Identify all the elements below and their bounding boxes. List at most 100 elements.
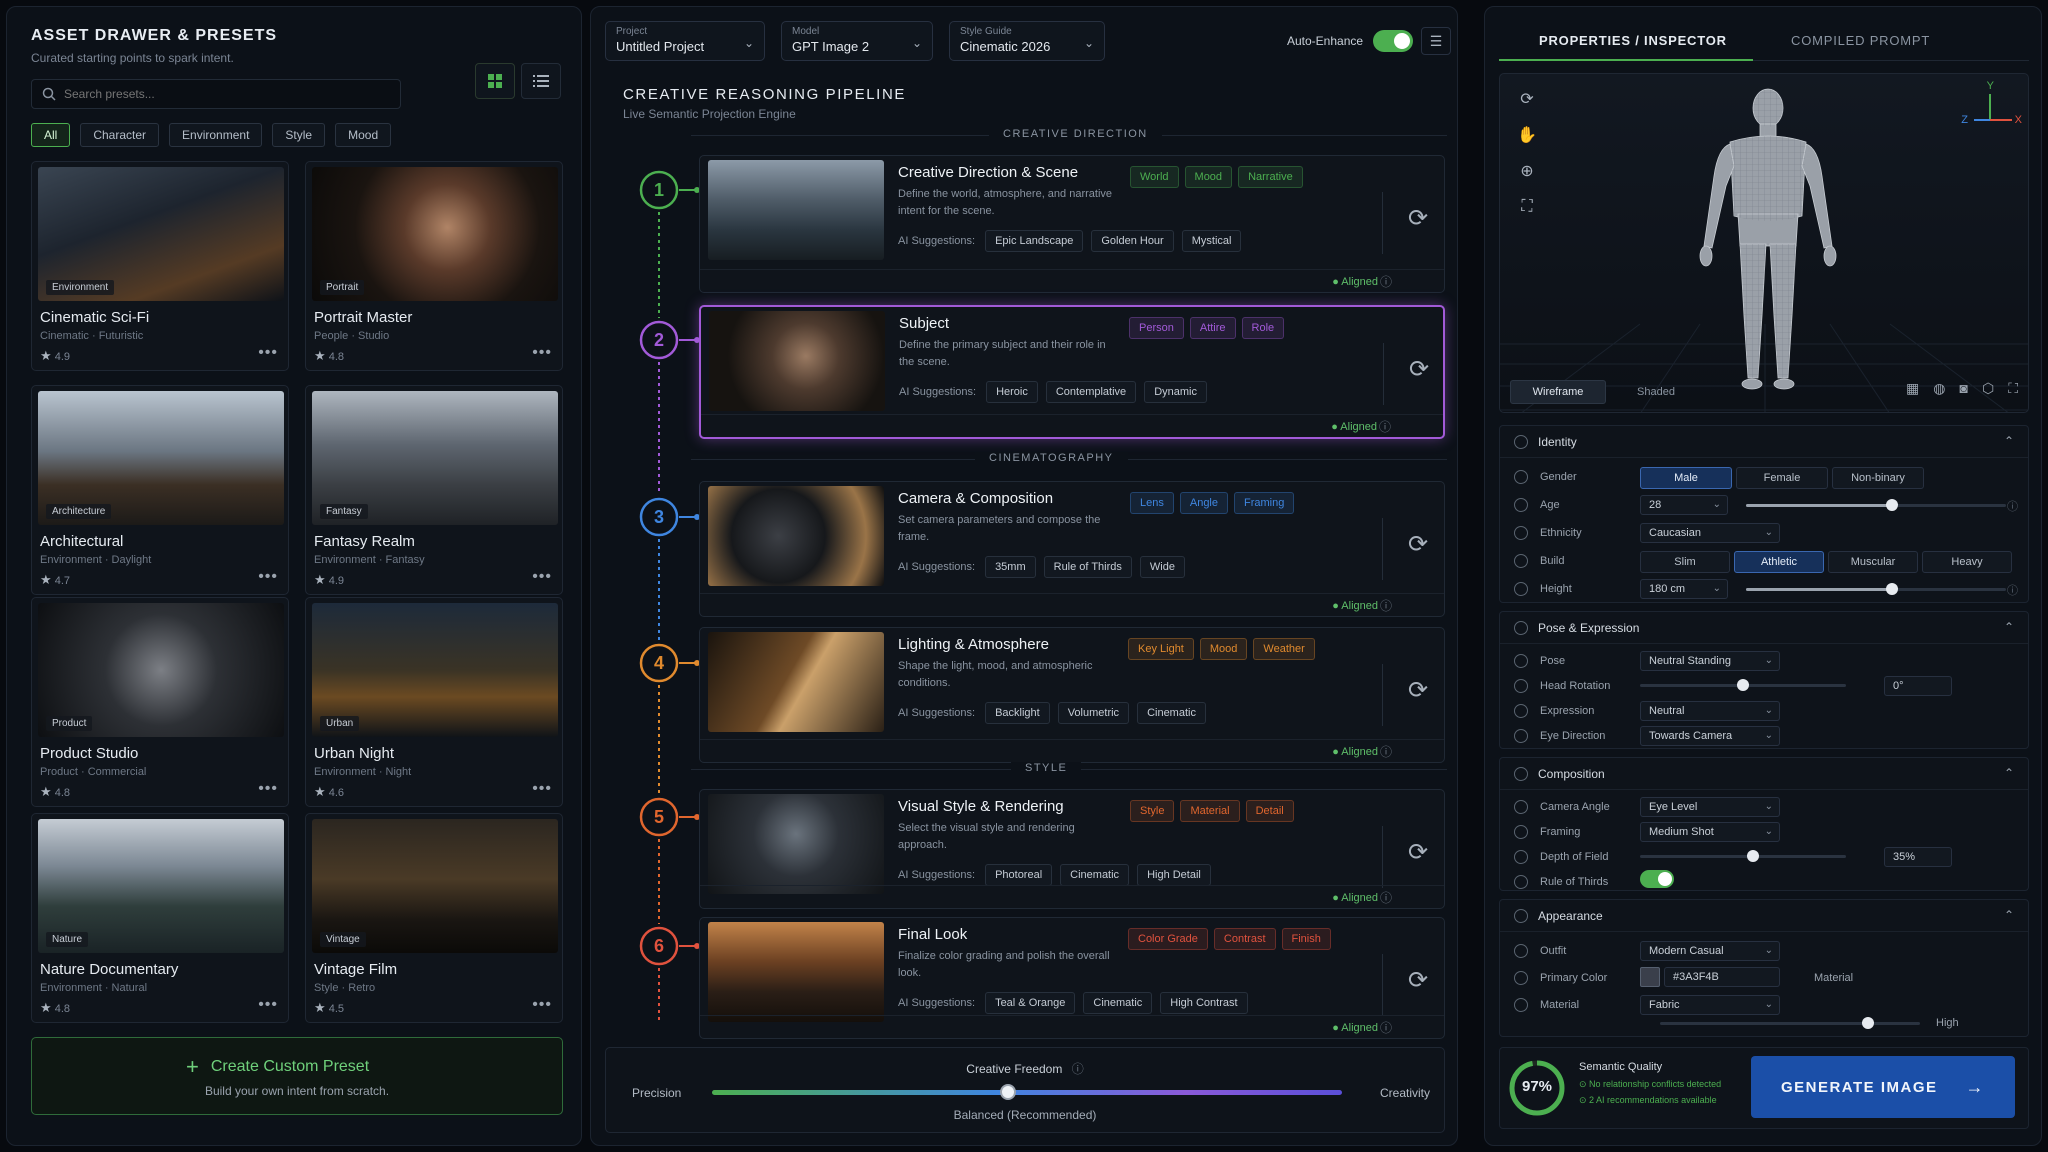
pipeline-step[interactable]: Creative Direction & Scene Define the wo… xyxy=(699,155,1445,293)
age-select[interactable]: 28 ⌄ xyxy=(1640,495,1728,515)
search-input[interactable] xyxy=(64,87,384,101)
collapse-icon[interactable]: ⌃ xyxy=(2004,620,2014,634)
step-chip[interactable]: Narrative xyxy=(1238,166,1303,188)
preset-card[interactable]: Fantasy Fantasy Realm Environment · Fant… xyxy=(305,385,563,595)
pipeline-step[interactable]: Subject Define the primary subject and t… xyxy=(699,305,1445,439)
suggestion-chip[interactable]: Volumetric xyxy=(1057,702,1130,724)
age-slider[interactable] xyxy=(1746,499,2006,511)
expression-select[interactable]: Neutral ⌄ xyxy=(1640,701,1780,721)
step-chip[interactable]: Style xyxy=(1130,800,1175,822)
step-chip[interactable]: Mood xyxy=(1184,166,1233,188)
height-slider[interactable] xyxy=(1746,583,2006,595)
build-slim[interactable]: Slim xyxy=(1640,551,1730,573)
search-box[interactable] xyxy=(31,79,401,109)
tab-properties[interactable]: PROPERTIES / INSPECTOR xyxy=(1539,33,1727,48)
step-chip[interactable]: Role xyxy=(1241,317,1285,339)
appearance-header[interactable]: Appearance xyxy=(1500,900,2028,932)
camera-icon[interactable]: ◙ xyxy=(1959,380,1967,397)
suggestion-chip[interactable]: Epic Landscape xyxy=(985,230,1084,252)
pipeline-step[interactable]: Lighting & Atmosphere Shape the light, m… xyxy=(699,627,1445,763)
suggestion-chip[interactable]: Teal & Orange xyxy=(985,992,1076,1014)
suggestion-chip[interactable]: Wide xyxy=(1139,556,1185,578)
suggestion-chip[interactable]: Photoreal xyxy=(985,864,1053,886)
outfit-select[interactable]: Modern Casual ⌄ xyxy=(1640,941,1780,961)
more-options-icon[interactable]: ••• xyxy=(258,344,278,362)
step-chip[interactable]: Finish xyxy=(1281,928,1331,950)
suggestion-chip[interactable]: Mystical xyxy=(1181,230,1242,252)
refresh-icon[interactable]: ⟳ xyxy=(1408,530,1428,559)
identity-header[interactable]: Identity xyxy=(1500,426,2028,458)
height-select[interactable]: 180 cm ⌄ xyxy=(1640,579,1728,599)
zoom-icon[interactable]: ⊕ xyxy=(1510,154,1544,188)
build-heavy[interactable]: Heavy xyxy=(1922,551,2012,573)
refresh-icon[interactable]: ⟳ xyxy=(1408,838,1428,867)
more-options-icon[interactable]: ••• xyxy=(532,344,552,362)
tab-compiled-prompt[interactable]: COMPILED PROMPT xyxy=(1791,33,1930,48)
step-chip[interactable]: World xyxy=(1130,166,1179,188)
shaded-button[interactable]: Shaded xyxy=(1608,380,1704,404)
step-chip[interactable]: Key Light xyxy=(1128,638,1194,660)
step-chip[interactable]: Lens xyxy=(1130,492,1174,514)
suggestion-chip[interactable]: 35mm xyxy=(985,556,1036,578)
suggestion-chip[interactable]: Golden Hour xyxy=(1091,230,1174,252)
head-rotation-knob[interactable] xyxy=(1737,679,1749,691)
step-chip[interactable]: Angle xyxy=(1179,492,1228,514)
suggestion-chip[interactable]: Contemplative xyxy=(1045,381,1137,403)
suggestion-chip[interactable]: High Detail xyxy=(1137,864,1211,886)
generate-image-button[interactable]: GENERATE IMAGE → xyxy=(1751,1056,2015,1118)
gender-female[interactable]: Female xyxy=(1736,467,1828,489)
step-chip[interactable]: Color Grade xyxy=(1128,928,1208,950)
pose-select[interactable]: Neutral Standing ⌄ xyxy=(1640,651,1780,671)
depth-of-field-knob[interactable] xyxy=(1747,850,1760,862)
step-chip[interactable]: Attire xyxy=(1189,317,1236,339)
suggestion-chip[interactable]: Cinematic xyxy=(1060,864,1130,886)
suggestion-chip[interactable]: High Contrast xyxy=(1160,992,1248,1014)
ethnicity-select[interactable]: Caucasian ⌄ xyxy=(1640,523,1780,543)
more-options-icon[interactable]: ••• xyxy=(532,568,552,586)
model-viewer[interactable]: ⟳ ✋ ⊕ ⛶ Y X Z Wireframe Shaded ▦ ◍ ◙ ⬡ ⛶ xyxy=(1499,73,2029,413)
refresh-icon[interactable]: ⟳ xyxy=(1408,966,1428,995)
wireframe-button[interactable]: Wireframe xyxy=(1510,380,1606,404)
camera-angle-select[interactable]: Eye Level ⌄ xyxy=(1640,797,1780,817)
preset-card[interactable]: Architecture Architectural Environment ·… xyxy=(31,385,289,595)
head-rotation-input[interactable]: 0° xyxy=(1884,676,1952,696)
collapse-icon[interactable]: ⌃ xyxy=(2004,908,2014,922)
depth-of-field-input[interactable]: 35% xyxy=(1884,847,1952,867)
rule-of-thirds-toggle[interactable] xyxy=(1640,870,1674,888)
primary-color-input[interactable]: #3A3F4B xyxy=(1664,967,1780,987)
filter-mood[interactable]: Mood xyxy=(335,123,392,147)
filter-environment[interactable]: Environment xyxy=(169,123,263,147)
pan-hand-icon[interactable]: ✋ xyxy=(1510,118,1544,152)
head-rotation-slider[interactable] xyxy=(1640,679,1846,691)
pipeline-step[interactable]: Visual Style & Rendering Select the visu… xyxy=(699,789,1445,909)
expand-icon[interactable]: ⛶ xyxy=(2008,380,2018,397)
color-swatch[interactable] xyxy=(1640,967,1660,987)
step-chip[interactable]: Contrast xyxy=(1213,928,1276,950)
step-chip[interactable]: Mood xyxy=(1199,638,1248,660)
gender-male[interactable]: Male xyxy=(1640,467,1732,489)
preset-card[interactable]: Nature Nature Documentary Environment · … xyxy=(31,813,289,1023)
build-muscular[interactable]: Muscular xyxy=(1828,551,1918,573)
list-view-button[interactable] xyxy=(521,63,561,99)
suggestion-chip[interactable]: Cinematic xyxy=(1083,992,1153,1014)
suggestion-chip[interactable]: Heroic xyxy=(986,381,1038,403)
pipeline-step[interactable]: Final Look Finalize color grading and po… xyxy=(699,917,1445,1039)
refresh-icon[interactable]: ⟳ xyxy=(1408,676,1428,705)
refresh-icon[interactable]: ⟳ xyxy=(1408,204,1428,233)
fullscreen-icon[interactable]: ⛶ xyxy=(1510,190,1544,224)
material-select[interactable]: Fabric ⌄ xyxy=(1640,995,1780,1015)
more-options-icon[interactable]: ••• xyxy=(532,780,552,798)
filter-style[interactable]: Style xyxy=(272,123,326,147)
grid-toggle-icon[interactable]: ▦ xyxy=(1906,380,1919,397)
grid-view-button[interactable] xyxy=(475,63,515,99)
pose-header[interactable]: Pose & Expression xyxy=(1500,612,2028,644)
step-chip[interactable]: Material xyxy=(1180,800,1240,822)
pipeline-step[interactable]: Camera & Composition Set camera paramete… xyxy=(699,481,1445,617)
suggestion-chip[interactable]: Backlight xyxy=(985,702,1050,724)
collapse-icon[interactable]: ⌃ xyxy=(2004,766,2014,780)
filter-character[interactable]: Character xyxy=(80,123,160,147)
collapse-icon[interactable]: ⌃ xyxy=(2004,434,2014,448)
creative-freedom-slider[interactable] xyxy=(712,1084,1342,1100)
more-options-icon[interactable]: ••• xyxy=(258,780,278,798)
material-slider[interactable] xyxy=(1660,1017,1920,1029)
